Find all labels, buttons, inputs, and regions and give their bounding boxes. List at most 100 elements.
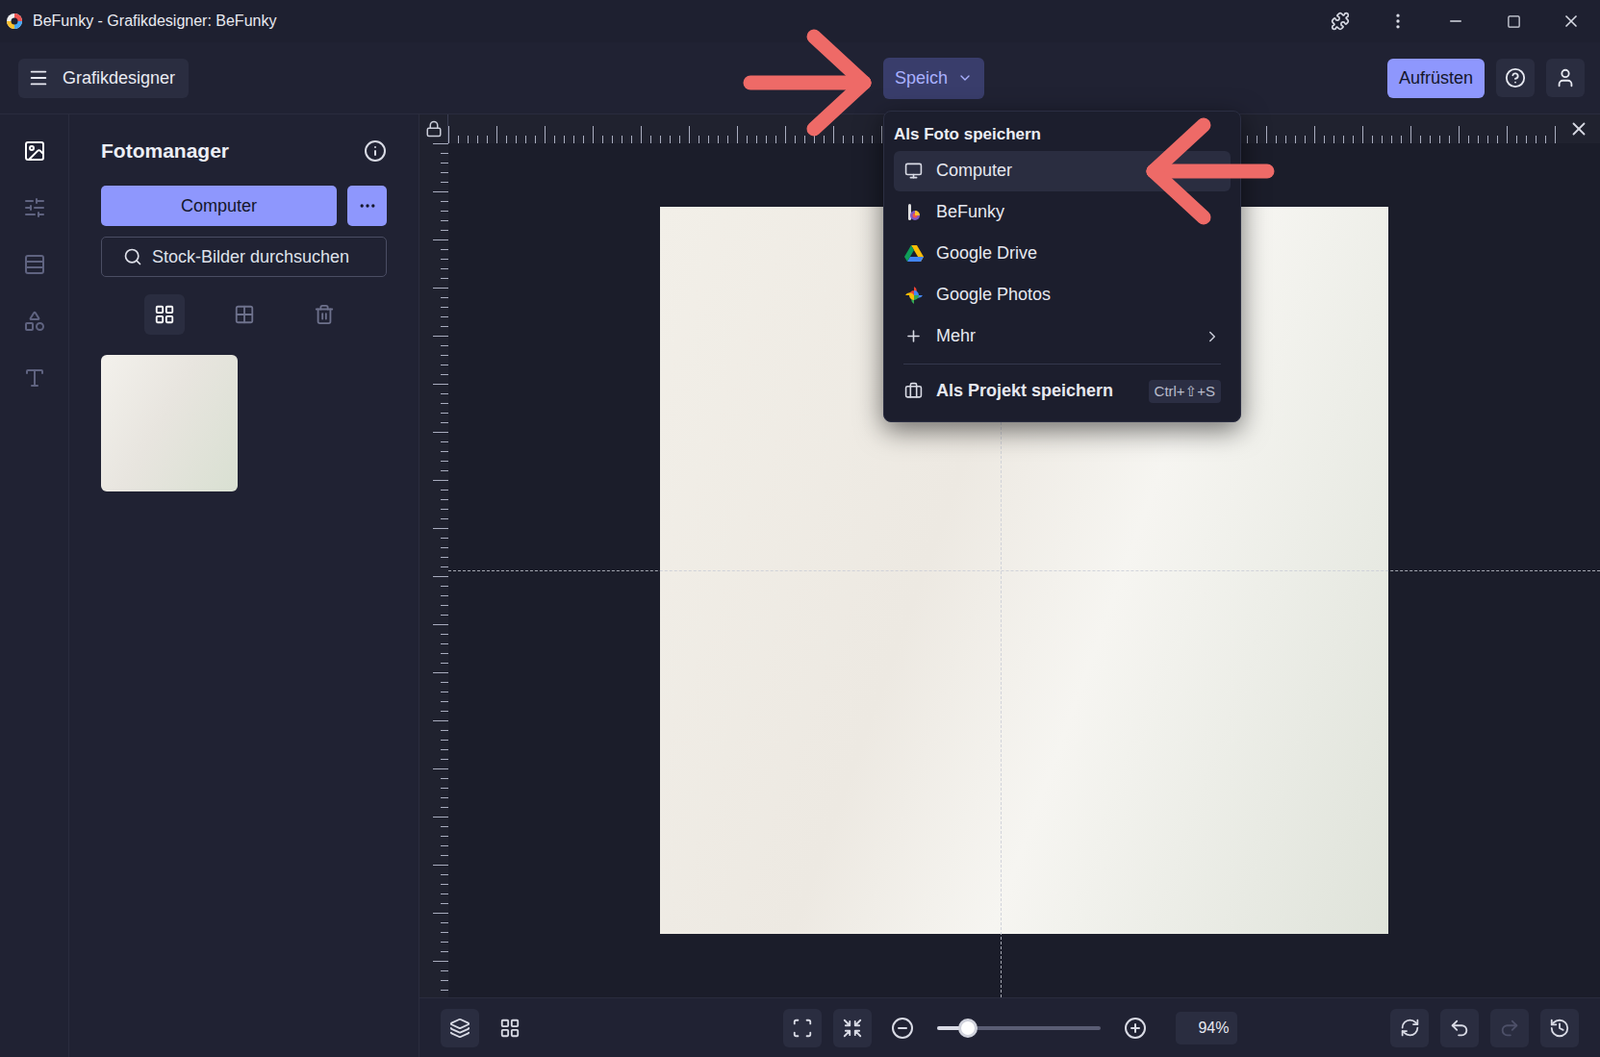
shapes-icon	[23, 309, 47, 333]
briefcase-icon	[904, 381, 923, 401]
actual-size-button[interactable]	[833, 1009, 872, 1048]
bottom-left-group	[440, 1009, 530, 1048]
extensions-button[interactable]	[1311, 0, 1370, 43]
maximize-button[interactable]	[1484, 0, 1543, 43]
trash-icon	[313, 304, 335, 326]
save-wrap: SpeichAls Foto speichernComputerBeFunkyG…	[883, 57, 985, 100]
shortcut-badge: Ctrl+⇧+S	[1148, 380, 1221, 404]
photo-manager-panel: FotomanagerComputerStock-Bilder durchsuc…	[69, 114, 420, 1057]
google-photos-icon	[904, 285, 924, 305]
puzzle-icon	[1330, 11, 1350, 31]
photo-thumbnail[interactable]	[101, 355, 238, 492]
rail-item[interactable]	[15, 245, 54, 284]
save-menu-item[interactable]: Computer	[893, 151, 1231, 192]
horizontal-guide[interactable]	[448, 570, 1600, 572]
undo-icon	[1448, 1017, 1471, 1040]
menu-item-icon-box	[903, 284, 925, 306]
open-button-slot	[615, 57, 876, 100]
rail-item[interactable]	[15, 358, 54, 398]
delete-button[interactable]	[304, 294, 345, 335]
save-menu-item[interactable]: BeFunky	[893, 192, 1231, 233]
fit-button[interactable]	[783, 1009, 822, 1048]
stock-search-field[interactable]: Stock-Bilder durchsuchen	[101, 236, 387, 278]
app-window: BeFunky - Grafikdesigner: BeFunky Grafikd…	[0, 0, 1600, 1057]
layout-icon	[23, 253, 47, 277]
redo-icon	[1498, 1017, 1521, 1040]
help-button[interactable]	[1496, 58, 1535, 98]
upload-computer-button[interactable]: Computer	[101, 185, 337, 227]
help-icon	[1504, 67, 1526, 89]
upgrade-button[interactable]: Aufrüsten	[1387, 58, 1485, 99]
undo-button[interactable]	[1440, 1009, 1479, 1048]
account-button[interactable]	[1546, 58, 1585, 98]
zoom-in-icon	[1123, 1016, 1147, 1041]
browser-menu-button[interactable]	[1369, 0, 1427, 43]
window-title: BeFunky - Grafikdesigner: BeFunky	[32, 12, 277, 30]
zoom-slider-thumb[interactable]	[958, 1018, 978, 1039]
minimize-button[interactable]	[1426, 0, 1485, 43]
history-button[interactable]	[1540, 1009, 1579, 1048]
sliders-icon	[23, 196, 47, 220]
hamburger-icon	[27, 67, 50, 89]
zoom-reading[interactable]: 94%	[1175, 1012, 1238, 1045]
left-ruler	[419, 143, 449, 998]
zoom-out-icon	[890, 1016, 915, 1041]
befunky-logo-icon	[904, 203, 924, 223]
menu-item-icon-box	[903, 380, 925, 403]
history-group	[1390, 1009, 1579, 1048]
ruler-lock[interactable]	[419, 114, 449, 144]
tool-rail	[0, 114, 70, 1057]
rail-item[interactable]	[15, 131, 54, 171]
plus-icon	[904, 327, 923, 346]
save-menu-item[interactable]: Google Photos	[893, 275, 1231, 316]
title-bar: BeFunky - Grafikdesigner: BeFunky	[0, 0, 1600, 43]
search-placeholder: Stock-Bilder durchsuchen	[152, 247, 350, 268]
save-menu-item[interactable]: Mehr	[893, 316, 1231, 357]
menu-item-label: Google Photos	[936, 284, 1221, 305]
chevron-right-icon	[1203, 328, 1221, 346]
info-icon[interactable]	[363, 139, 387, 163]
google-drive-icon	[904, 245, 924, 263]
upload-more-button[interactable]	[347, 185, 387, 227]
menu-item-label: Computer	[936, 160, 1221, 181]
layers-icon	[449, 1017, 471, 1040]
befunky-favicon-icon	[5, 12, 24, 30]
zoom-slider[interactable]	[937, 1026, 1101, 1031]
ruler-close-button[interactable]	[1557, 114, 1600, 144]
view-button[interactable]	[224, 294, 265, 335]
menu-item-icon-box	[903, 160, 925, 182]
rail-item[interactable]	[15, 302, 54, 341]
rail-item[interactable]	[15, 188, 54, 228]
grid-button[interactable]	[490, 1009, 530, 1048]
fit-icon	[791, 1017, 813, 1040]
save-menu-item[interactable]: Google Drive	[893, 233, 1231, 275]
lock-icon	[425, 120, 443, 138]
menu-button-label: Grafikdesigner	[62, 68, 176, 89]
close-button[interactable]	[1542, 0, 1600, 43]
main: FotomanagerComputerStock-Bilder durchsuc…	[0, 114, 1600, 1057]
menu-item-label: Google Drive	[936, 243, 1221, 264]
grid-icon	[499, 1017, 521, 1040]
reset-button[interactable]	[1390, 1009, 1429, 1048]
refresh-icon	[1399, 1017, 1421, 1039]
view-button[interactable]	[144, 294, 185, 335]
save-menu: Als Foto speichernComputerBeFunkyGoogle …	[883, 110, 1242, 423]
save-project-label: Als Projekt speichern	[936, 380, 1138, 402]
zoom-out-button[interactable]	[883, 1009, 922, 1048]
save-project-item[interactable]: Als Projekt speichern Ctrl+⇧+S	[893, 371, 1231, 412]
view-row	[101, 294, 387, 335]
redo-button[interactable]	[1490, 1009, 1529, 1048]
ellipsis-icon	[357, 196, 378, 216]
zoom-in-button[interactable]	[1116, 1009, 1155, 1048]
menu-item-label: BeFunky	[936, 202, 1221, 223]
toolbar: Grafikdesigner SpeichAls Foto speichernCo…	[0, 42, 1600, 115]
save-button[interactable]: Speich	[883, 57, 985, 100]
menu-divider	[903, 363, 1221, 365]
layers-button[interactable]	[440, 1009, 480, 1048]
search-icon	[123, 247, 143, 267]
monitor-icon	[904, 161, 923, 180]
large-grid-icon	[153, 304, 176, 326]
history-icon	[1549, 1017, 1571, 1040]
menu-item-icon-box	[903, 202, 925, 224]
menu-button[interactable]: Grafikdesigner	[18, 58, 189, 99]
